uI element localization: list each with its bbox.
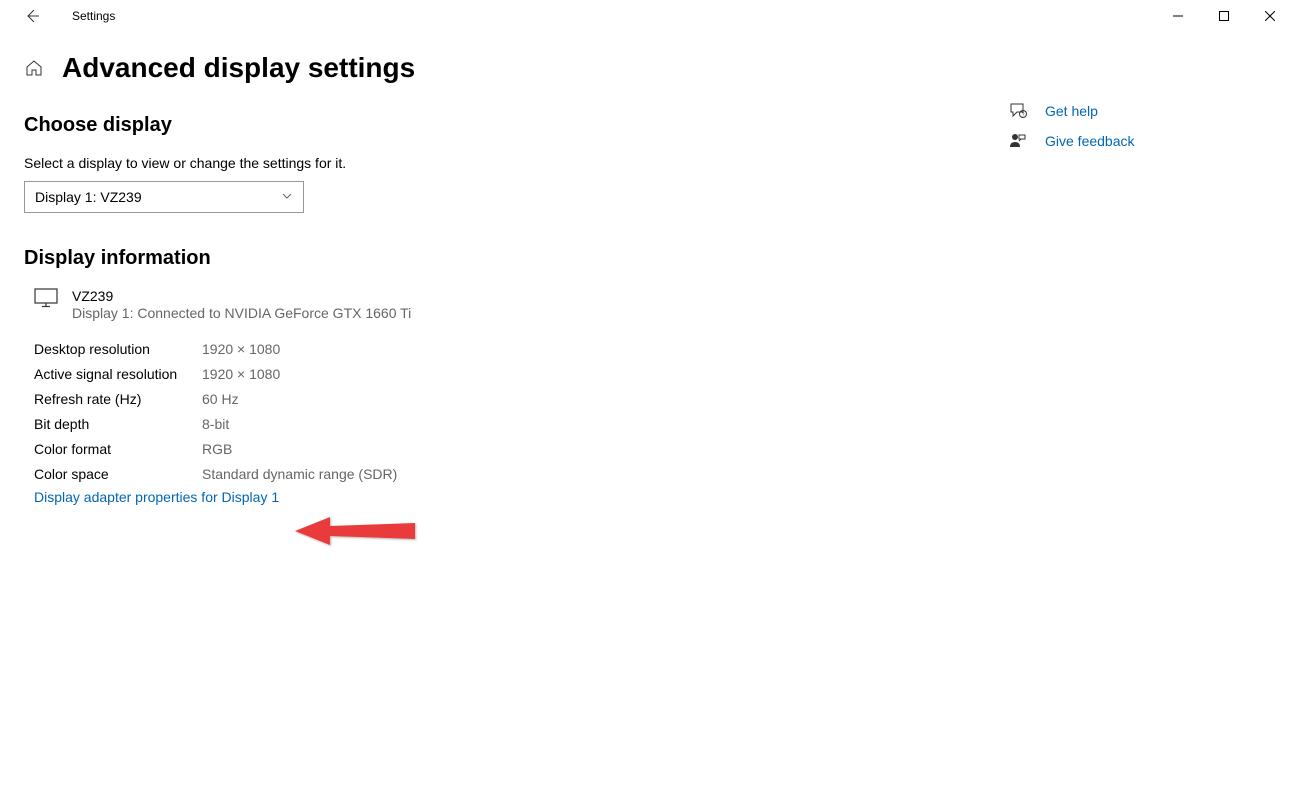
choose-display-heading: Choose display [24, 114, 1009, 137]
minimize-button[interactable] [1155, 0, 1201, 32]
give-feedback-label: Give feedback [1045, 133, 1135, 149]
feedback-icon [1009, 132, 1027, 150]
page-title: Advanced display settings [62, 52, 415, 84]
info-row: Color format RGB [34, 437, 1009, 462]
display-select-value: Display 1: VZ239 [35, 189, 142, 205]
get-help-label: Get help [1045, 103, 1098, 119]
info-value: 8-bit [202, 412, 229, 437]
chevron-down-icon [281, 190, 293, 205]
monitor-icon [34, 288, 58, 321]
display-info-heading: Display information [24, 247, 1009, 270]
help-icon: ? [1009, 102, 1027, 120]
info-row: Color space Standard dynamic range (SDR) [34, 462, 1009, 487]
svg-text:?: ? [1022, 113, 1025, 119]
info-label: Active signal resolution [34, 362, 202, 387]
info-row: Active signal resolution 1920 × 1080 [34, 362, 1009, 387]
info-row: Bit depth 8-bit [34, 412, 1009, 437]
get-help-link[interactable]: ? Get help [1009, 102, 1269, 120]
monitor-connection-info: Display 1: Connected to NVIDIA GeForce G… [72, 305, 411, 321]
close-button[interactable] [1247, 0, 1293, 32]
monitor-name: VZ239 [72, 288, 411, 304]
display-select-dropdown[interactable]: Display 1: VZ239 [24, 181, 304, 213]
info-label: Desktop resolution [34, 337, 202, 362]
annotation-arrow [290, 509, 420, 549]
info-label: Refresh rate (Hz) [34, 387, 202, 412]
app-name: Settings [72, 9, 115, 23]
info-label: Color space [34, 462, 202, 487]
info-value: 1920 × 1080 [202, 362, 280, 387]
maximize-button[interactable] [1201, 0, 1247, 32]
info-value: RGB [202, 437, 232, 462]
home-icon[interactable] [24, 58, 44, 78]
info-row: Refresh rate (Hz) 60 Hz [34, 387, 1009, 412]
info-label: Color format [34, 437, 202, 462]
info-row: Desktop resolution 1920 × 1080 [34, 337, 1009, 362]
back-button[interactable] [12, 0, 52, 32]
info-value: 1920 × 1080 [202, 337, 280, 362]
info-label: Bit depth [34, 412, 202, 437]
choose-display-desc: Select a display to view or change the s… [24, 155, 1009, 171]
give-feedback-link[interactable]: Give feedback [1009, 132, 1269, 150]
info-value: 60 Hz [202, 387, 239, 412]
display-adapter-properties-link[interactable]: Display adapter properties for Display 1 [24, 489, 279, 505]
info-value: Standard dynamic range (SDR) [202, 462, 397, 487]
